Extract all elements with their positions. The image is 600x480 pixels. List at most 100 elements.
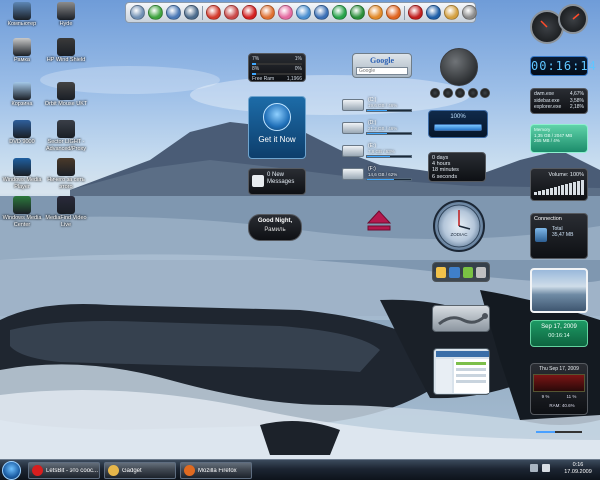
moon-phase-icon bbox=[455, 88, 465, 98]
opera-icon[interactable] bbox=[242, 5, 257, 20]
battery-percent: 100% bbox=[450, 114, 466, 120]
calendar-time: 00:16:14 bbox=[548, 333, 570, 339]
taskbar-time: 0:16 bbox=[572, 462, 584, 468]
messages-count: 0 New bbox=[267, 172, 285, 178]
volume-gadget[interactable]: Volume: 100% bbox=[530, 168, 588, 201]
monitor-icon[interactable] bbox=[449, 266, 460, 278]
system-tray bbox=[530, 464, 550, 472]
connection-gadget[interactable]: Connection Total 35,47 MB bbox=[530, 213, 588, 259]
get-it-now-gadget[interactable]: Get it Now bbox=[248, 96, 306, 159]
volume-tray-icon[interactable] bbox=[542, 464, 550, 472]
app-icon bbox=[57, 196, 75, 214]
desktop-icon-label: Компьютер bbox=[7, 21, 37, 27]
desktop-icon[interactable]: Windows Media Player bbox=[0, 158, 44, 190]
moon-phases-row bbox=[430, 88, 490, 100]
desktop-icon[interactable]: DVD 9000 bbox=[0, 120, 44, 146]
arrow-icon[interactable] bbox=[296, 5, 311, 20]
eject-icon[interactable] bbox=[365, 208, 393, 233]
graph-icon[interactable] bbox=[224, 5, 239, 20]
desktop-icon[interactable]: Hyde bbox=[44, 2, 88, 28]
desktop-icon[interactable] bbox=[184, 5, 199, 20]
start-button[interactable] bbox=[2, 461, 21, 480]
get-it-now-label: Get it Now bbox=[258, 135, 296, 144]
app-icon bbox=[13, 158, 31, 176]
zodiac-clock-gadget[interactable]: ZODIAC bbox=[433, 200, 485, 252]
network-icon[interactable] bbox=[260, 5, 275, 20]
alert-icon[interactable] bbox=[206, 5, 221, 20]
monitor-right-value: 11 % bbox=[566, 394, 577, 399]
digital-clock-gadget[interactable]: 00:16:14 bbox=[530, 56, 596, 76]
desktop-icon-label: Windows Media Center bbox=[2, 215, 42, 228]
google-search-input[interactable]: Google bbox=[356, 67, 408, 75]
desktop-icon[interactable]: MediaFind Video Live bbox=[44, 196, 88, 228]
avatar-icon[interactable] bbox=[444, 5, 459, 20]
windows-logo-icon bbox=[263, 103, 291, 131]
photo-gadget[interactable] bbox=[530, 268, 588, 313]
memory-meter-gadget[interactable] bbox=[558, 4, 588, 34]
drive-item[interactable]: (D:) 21,2 GB / 46% bbox=[342, 120, 412, 138]
taskbar-button[interactable]: LetsBit - это соос... bbox=[28, 462, 100, 479]
drive-usage-bar bbox=[366, 178, 412, 181]
monitor-values: 9 % 11 % bbox=[533, 394, 585, 399]
battery-gadget[interactable]: 100% bbox=[428, 110, 488, 138]
taskbar-button[interactable]: Gadget bbox=[104, 462, 176, 479]
desktop-icon[interactable]: HP Wind Shield bbox=[44, 38, 88, 64]
desktop-icon[interactable]: Корзина bbox=[0, 82, 44, 108]
volume-bars[interactable] bbox=[534, 180, 584, 195]
desktop-icon[interactable]: Компьютер bbox=[0, 2, 44, 28]
desktop-icon[interactable]: Orbit Mouse UKT bbox=[44, 82, 88, 108]
volume-bar bbox=[565, 184, 569, 195]
google-search-gadget: Google Google bbox=[352, 53, 412, 78]
desktop-icon[interactable]: Ничего за сеть этого bbox=[44, 158, 88, 190]
pdf-icon[interactable] bbox=[408, 5, 423, 20]
taskbar: LetsBit - это соос... Gadget Mozilla Firef… bbox=[0, 459, 600, 480]
globe-icon[interactable] bbox=[350, 5, 365, 20]
calendar-gadget[interactable]: Sep 17, 2009 00:16:14 bbox=[530, 320, 588, 347]
folder-icon[interactable] bbox=[436, 266, 447, 278]
greeting-name: Рамиль bbox=[264, 227, 286, 233]
app-icon bbox=[13, 120, 31, 138]
drive-item[interactable]: (C:) 19,6 GB / 46% bbox=[342, 97, 412, 115]
volume-bar bbox=[545, 189, 549, 195]
drive-usage-bar bbox=[366, 109, 412, 112]
network-tray-icon[interactable] bbox=[530, 464, 538, 472]
settings-icon[interactable] bbox=[462, 5, 477, 20]
folders-gadget[interactable] bbox=[432, 262, 490, 282]
volume-bar bbox=[569, 183, 573, 195]
memory-gadget[interactable]: Memory 1,35 GB / 2047 MB 265 MB / 4% bbox=[530, 124, 588, 153]
pinwheel-icon[interactable] bbox=[278, 5, 293, 20]
photoshop-icon[interactable] bbox=[426, 5, 441, 20]
ram-gadget[interactable]: 7% 1% 8% 0% Free Ram 1,1966 bbox=[248, 53, 306, 82]
greeting-gadget[interactable]: Good Night, Рамиль bbox=[248, 214, 302, 241]
picture-icon[interactable] bbox=[462, 266, 473, 278]
messages-gadget[interactable]: 0 New Messages bbox=[248, 168, 306, 195]
settings-icon[interactable] bbox=[475, 266, 486, 278]
drive-info: 19,6 GB / 46% bbox=[368, 103, 398, 108]
google-logo: Google bbox=[370, 56, 394, 65]
compass-icon[interactable] bbox=[332, 5, 347, 20]
desktop-icon-label: MediaFind Video Live bbox=[45, 215, 87, 228]
desktop-icon[interactable]: Sector LIGHT - Advanced/Proxy bbox=[44, 120, 88, 152]
system-monitor-gadget[interactable]: Thu Sep 17, 2009 9 % 11 % RAM: 40.6% bbox=[530, 363, 588, 433]
computer-icon[interactable] bbox=[130, 5, 145, 20]
firefox-icon[interactable] bbox=[386, 5, 401, 20]
taskbar-clock[interactable]: 0:16 17.09.2009 bbox=[560, 462, 596, 476]
taskbar-button[interactable]: Mozilla Firefox bbox=[180, 462, 252, 479]
drive-item[interactable]: (E:) 7,8 GB / 53% bbox=[342, 143, 412, 161]
moon-phase-gadget[interactable] bbox=[440, 48, 478, 86]
uptime-gadget[interactable]: 0 days 4 hours 18 minutes 6 seconds bbox=[428, 152, 486, 182]
media-icon[interactable] bbox=[314, 5, 329, 20]
orange-icon[interactable] bbox=[368, 5, 383, 20]
plus-icon[interactable] bbox=[148, 5, 163, 20]
top-processes-gadget[interactable]: dwm.exe 4,67% sidebar.exe 3,58% explorer.exe… bbox=[530, 88, 588, 114]
desktop-icon[interactable]: Windows Media Center bbox=[0, 196, 44, 228]
drive-item[interactable]: (F:) 14,6 GB / 62% bbox=[342, 166, 412, 184]
gadgets-icon[interactable] bbox=[166, 5, 181, 20]
snake-gadget[interactable] bbox=[432, 305, 490, 332]
app-icon bbox=[32, 465, 43, 476]
monitor-date: Thu Sep 17, 2009 bbox=[539, 366, 579, 372]
slideshow-thumbnail[interactable] bbox=[433, 348, 490, 395]
desktop-icon[interactable]: Рамка bbox=[0, 38, 44, 64]
drive-info: 7,8 GB / 53% bbox=[368, 149, 395, 154]
process-name: explorer.exe bbox=[534, 104, 562, 110]
